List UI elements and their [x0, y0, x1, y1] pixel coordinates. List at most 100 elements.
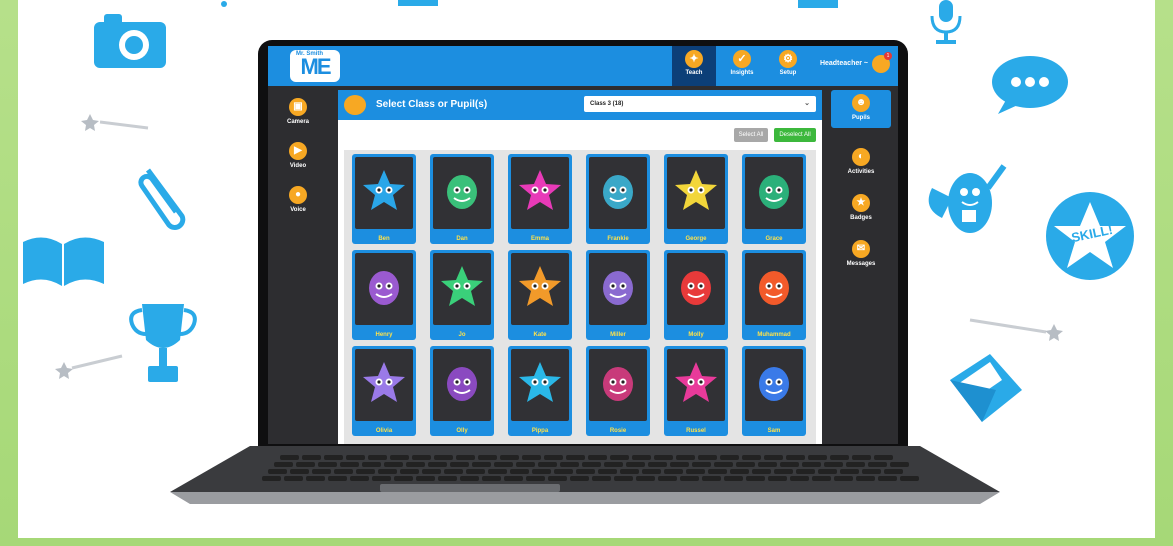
sidebar-item-video[interactable]: ▶ Video	[268, 142, 328, 169]
sidebar-item-voice[interactable]: ● Voice	[268, 186, 328, 213]
keyboard-key	[412, 455, 431, 460]
keyboard-key	[296, 462, 315, 467]
keyboard-key	[566, 455, 585, 460]
pupil-card[interactable]: Sam	[742, 346, 806, 436]
pupil-card[interactable]: Jo	[430, 250, 494, 340]
keyboard-key	[372, 476, 391, 481]
sidebar-item-camera[interactable]: ▣ Camera	[268, 98, 328, 125]
keyboard-key	[576, 469, 595, 474]
keyboard-key	[746, 476, 765, 481]
pupil-card[interactable]: Miller	[586, 250, 650, 340]
keyboard-key	[830, 455, 849, 460]
pupil-name: Emma	[530, 236, 549, 242]
user-avatar[interactable]: 1	[872, 52, 892, 73]
keyboard-key	[686, 469, 705, 474]
keyboard-key	[658, 476, 677, 481]
nav-insights[interactable]: ✓ Insights	[720, 46, 764, 86]
pupil-card[interactable]: Kate	[508, 250, 572, 340]
keyboard-key	[604, 462, 623, 467]
class-select[interactable]: Class 3 (18) ⌄	[584, 96, 816, 112]
deselect-all-button[interactable]: Deselect All	[774, 128, 816, 142]
keyboard-key	[268, 469, 287, 474]
pupil-name: Molly	[688, 332, 704, 338]
notification-badge: 1	[884, 52, 892, 60]
app-logo[interactable]: Mr. Smith ME	[290, 50, 340, 82]
keyboard-key	[676, 455, 695, 460]
keyboard-key	[472, 462, 491, 467]
pupil-card[interactable]: Dan	[430, 154, 494, 244]
pupil-card[interactable]: Pippa	[508, 346, 572, 436]
keyboard-key	[368, 455, 387, 460]
monster-avatar-icon	[603, 175, 633, 209]
pupil-card[interactable]: Olivia	[352, 346, 416, 436]
keyboard-key	[592, 476, 611, 481]
star-avatar-icon	[675, 170, 717, 210]
microphone-icon: ●	[289, 186, 307, 204]
insights-icon: ✓	[733, 50, 751, 68]
nav-setup[interactable]: ⚙ Setup	[766, 46, 810, 86]
pupil-card[interactable]: Henry	[352, 250, 416, 340]
right-sidebar: ☻ Pupils ◐ Activities ★ Badges ✉ Message…	[825, 86, 898, 444]
keyboard-key	[284, 476, 303, 481]
star-avatar-icon	[363, 170, 405, 210]
sidebar-item-activities[interactable]: ◐ Activities	[831, 144, 891, 175]
partial-icon	[398, 0, 438, 6]
keyboard-key	[868, 462, 887, 467]
keyboard-key	[730, 469, 749, 474]
keyboard-key	[840, 469, 859, 474]
nav-setup-label: Setup	[779, 70, 797, 76]
chevron-down-icon: ⌄	[804, 100, 810, 107]
keyboard-key	[532, 469, 551, 474]
keyboard-key	[768, 476, 787, 481]
keyboard-key	[802, 462, 821, 467]
pupil-card[interactable]: Muhammad	[742, 250, 806, 340]
keyboard-key	[862, 469, 881, 474]
shooting-star-icon	[55, 354, 123, 379]
keyboard-key	[742, 455, 761, 460]
pupil-card[interactable]: Frankie	[586, 154, 650, 244]
sidebar-item-messages[interactable]: ✉ Messages	[831, 236, 891, 267]
keyboard-key	[504, 476, 523, 481]
pupil-card[interactable]: Molly	[664, 250, 728, 340]
pupil-name: Pippa	[531, 428, 549, 434]
monster-avatar-icon	[759, 367, 789, 401]
keyboard-key	[818, 469, 837, 474]
keyboard-key	[274, 462, 293, 467]
keyboard-key	[582, 462, 601, 467]
keyboard-key	[790, 476, 809, 481]
select-all-button[interactable]: Select All	[734, 128, 768, 142]
nav-teach[interactable]: ✦ Teach	[672, 46, 716, 86]
keyboard-key	[400, 469, 419, 474]
keyboard-key	[302, 455, 321, 460]
keyboard-key	[526, 476, 545, 481]
keyboard-key	[654, 455, 673, 460]
keyboard-key	[438, 476, 457, 481]
pupil-card[interactable]: Olly	[430, 346, 494, 436]
sidebar-item-badges[interactable]: ★ Badges	[831, 190, 891, 221]
pupil-card[interactable]: Ben	[352, 154, 416, 244]
left-sidebar: ▣ Camera ▶ Video ● Voice	[268, 86, 328, 444]
star-avatar-icon	[519, 266, 561, 306]
pupil-card[interactable]: George	[664, 154, 728, 244]
sidebar-item-pupils[interactable]: ☻ Pupils	[831, 90, 891, 128]
trophy-icon	[129, 304, 197, 382]
pupils-icon: ☻	[852, 94, 870, 112]
monster-avatar-icon	[603, 367, 633, 401]
keyboard-key	[378, 469, 397, 474]
keyboard-key	[560, 462, 579, 467]
user-menu[interactable]: Headteacher ~	[820, 60, 868, 67]
keyboard-key	[538, 462, 557, 467]
pupil-card[interactable]: Grace	[742, 154, 806, 244]
keyboard-key	[384, 462, 403, 467]
keyboard-key	[714, 462, 733, 467]
pupil-card[interactable]: Emma	[508, 154, 572, 244]
pupil-card[interactable]: Russel	[664, 346, 728, 436]
keyboard-key	[356, 469, 375, 474]
keyboard-key	[620, 469, 639, 474]
keyboard-key	[362, 462, 381, 467]
envelope-icon	[950, 354, 1022, 422]
activities-icon: ◐	[852, 148, 870, 166]
pupil-card[interactable]: Rosie	[586, 346, 650, 436]
nav-teach-label: Teach	[685, 70, 703, 76]
shooting-star-icon	[969, 318, 1063, 341]
